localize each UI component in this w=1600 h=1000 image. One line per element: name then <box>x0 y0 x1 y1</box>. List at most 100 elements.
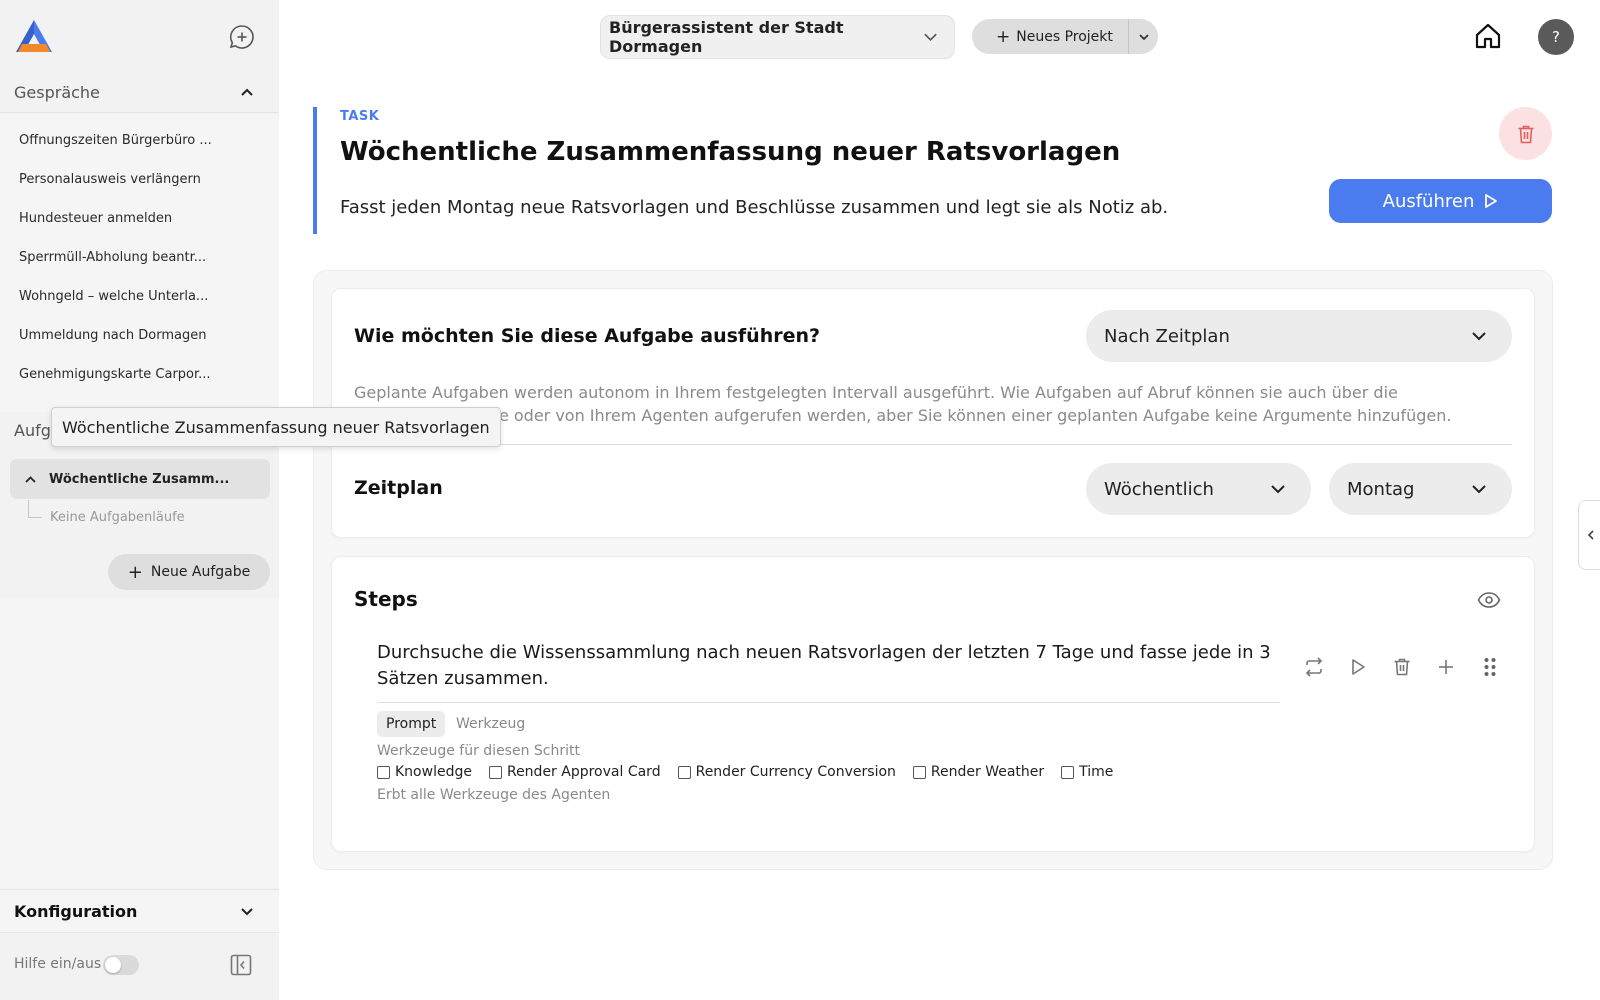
configuration-label: Konfiguration <box>14 901 138 921</box>
chevron-up-icon <box>25 475 36 483</box>
tab-tool[interactable]: Werkzeug <box>456 711 525 737</box>
steps-heading: Steps <box>354 587 418 611</box>
new-project-split-button: + Neues Projekt <box>972 19 1158 54</box>
project-select[interactable]: Bürgerassistent der Stadt Dormagen <box>600 15 955 59</box>
tab-prompt[interactable]: Prompt <box>377 711 446 737</box>
frequency-value: Wöchentlich <box>1104 478 1214 500</box>
drag-handle-icon[interactable] <box>1479 656 1501 678</box>
play-icon <box>1485 194 1498 208</box>
step-prompt-text[interactable]: Durchsuche die Wissenssammlung nach neue… <box>377 640 1277 692</box>
chevron-down-icon <box>241 908 253 916</box>
conversations-section-header[interactable]: Gespräche <box>0 70 279 114</box>
new-task-button[interactable]: + Neue Aufgabe <box>108 554 270 590</box>
conversation-item[interactable]: Wohngeld – welche Unterla... <box>19 289 219 304</box>
plus-icon: + <box>127 561 143 583</box>
tools-caption: Werkzeuge für diesen Schritt <box>377 743 580 759</box>
checkbox[interactable] <box>377 765 390 779</box>
help-toggle[interactable] <box>103 955 139 975</box>
tool-checkbox-knowledge[interactable]: Knowledge <box>377 764 472 780</box>
tool-label: Render Approval Card <box>506 764 661 780</box>
execution-question: Wie möchten Sie diese Aufgabe ausführen? <box>354 325 821 347</box>
new-project-button[interactable]: + Neues Projekt <box>972 19 1128 54</box>
day-value: Montag <box>1347 478 1415 500</box>
conversations-label: Gespräche <box>14 82 100 102</box>
inherit-caption: Erbt alle Werkzeuge des Agenten <box>377 787 611 803</box>
eye-icon[interactable] <box>1477 590 1501 610</box>
task-runs-empty: Keine Aufgabenläufe <box>50 510 185 525</box>
conversation-item[interactable]: Ummeldung nach Dormagen <box>19 328 219 343</box>
checkbox[interactable] <box>912 765 926 779</box>
conversation-list: Öffnungszeiten Bürgerbüro ... Personalau… <box>0 112 279 412</box>
play-icon[interactable] <box>1347 656 1369 678</box>
divider <box>377 702 1280 703</box>
execution-mode-value: Nach Zeitplan <box>1104 325 1230 347</box>
chevron-down-icon <box>1472 332 1486 341</box>
checkbox[interactable] <box>677 765 691 779</box>
conversation-item[interactable]: Hundesteuer anmelden <box>19 211 219 226</box>
new-project-label: Neues Projekt <box>1016 28 1113 45</box>
home-icon[interactable] <box>1474 22 1502 50</box>
execution-mode-select[interactable]: Nach Zeitplan <box>1086 310 1512 362</box>
task-description: Fasst jeden Montag neue Ratsvorlagen und… <box>340 197 1169 218</box>
new-chat-icon[interactable] <box>229 24 255 50</box>
task-title: Wöchentliche Zusammenfassung neuer Ratsv… <box>340 137 1121 167</box>
conversation-item[interactable]: Genehmigungskarte Carpor... <box>19 367 219 382</box>
sidebar: Gespräche Öffnungszeiten Bürgerbüro ... … <box>0 0 279 1000</box>
chevron-left-icon <box>1587 530 1594 540</box>
run-task-button[interactable]: Ausführen <box>1329 179 1552 223</box>
tool-label: Render Weather <box>930 764 1045 780</box>
help-button[interactable]: ? <box>1538 19 1574 55</box>
steps-card <box>331 556 1535 852</box>
configuration-header[interactable]: Konfiguration <box>0 889 279 933</box>
sidebar-task-active[interactable]: Wöchentliche Zusamm... <box>10 459 270 499</box>
sidebar-spacer <box>0 598 279 888</box>
collapse-sidebar-icon[interactable] <box>230 954 252 976</box>
task-tag: TASK <box>340 109 380 124</box>
chevron-down-icon <box>1472 485 1486 494</box>
new-task-label: Neue Aufgabe <box>150 564 251 580</box>
project-name: Bürgerassistent der Stadt Dormagen <box>609 18 844 56</box>
right-panel-toggle[interactable] <box>1578 500 1600 570</box>
tool-checkbox-approval-card[interactable]: Render Approval Card <box>488 764 661 780</box>
execution-help-text: Geplante Aufgaben werden autonom in Ihre… <box>354 381 1474 427</box>
tool-label: Knowledge <box>395 764 472 780</box>
task-header: TASK Wöchentliche Zusammenfassung neuer … <box>313 107 1313 234</box>
tool-checkboxes: Knowledge Render Approval Card Render Cu… <box>377 764 1130 780</box>
help-toggle-label: Hilfe ein/aus <box>14 956 102 972</box>
conversation-item[interactable]: Öffnungszeiten Bürgerbüro ... <box>19 133 219 148</box>
frequency-select[interactable]: Wöchentlich <box>1086 463 1311 515</box>
help-text-line: Geplante Aufgaben werden autonom in Ihre… <box>354 383 1398 402</box>
tree-connector <box>28 500 42 518</box>
tasks-section-label[interactable]: Aufg <box>14 421 51 440</box>
tooltip: Wöchentliche Zusammenfassung neuer Ratsv… <box>51 407 501 447</box>
trash-icon[interactable] <box>1391 656 1413 678</box>
repeat-icon[interactable] <box>1303 656 1325 678</box>
new-project-dropdown[interactable] <box>1128 19 1158 54</box>
sidebar-task-label: Wöchentliche Zusamm... <box>49 471 230 487</box>
chevron-up-icon <box>241 88 253 96</box>
tool-checkbox-currency[interactable]: Render Currency Conversion <box>677 764 896 780</box>
help-text-line: che oder von Ihrem Agenten aufgerufen we… <box>480 406 1452 425</box>
conversation-item[interactable]: Personalausweis verlängern <box>19 172 219 187</box>
checkbox[interactable] <box>1061 765 1075 779</box>
tool-label: Time <box>1079 764 1114 780</box>
trash-icon <box>1518 125 1533 143</box>
app-logo <box>16 20 52 52</box>
conversation-item[interactable]: Sperrmüll-Abholung beantr... <box>19 250 219 265</box>
chevron-down-icon <box>1271 485 1285 494</box>
schedule-label: Zeitplan <box>354 477 443 499</box>
divider <box>354 444 1512 445</box>
app-window: Gespräche Öffnungszeiten Bürgerbüro ... … <box>0 0 1600 1000</box>
delete-task-button[interactable] <box>1499 107 1552 160</box>
plus-icon[interactable] <box>1435 656 1457 678</box>
checkbox[interactable] <box>488 765 502 779</box>
chevron-down-icon <box>924 33 937 42</box>
tool-checkbox-time[interactable]: Time <box>1061 764 1113 780</box>
chevron-down-icon <box>1138 33 1149 40</box>
day-select[interactable]: Montag <box>1329 463 1512 515</box>
plus-icon: + <box>996 26 1011 47</box>
tool-checkbox-weather[interactable]: Render Weather <box>912 764 1045 780</box>
tool-label: Render Currency Conversion <box>695 764 896 780</box>
toggle-knob <box>105 957 121 973</box>
run-label: Ausführen <box>1382 190 1475 212</box>
